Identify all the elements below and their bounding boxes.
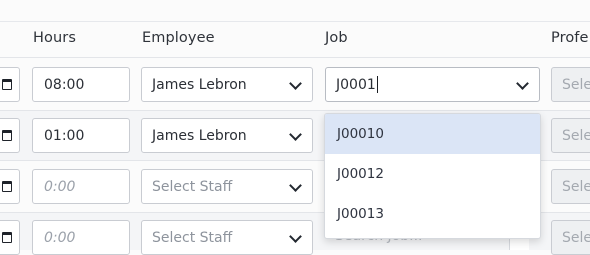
job-search-input[interactable]: J0001 [325, 67, 540, 102]
date-picker[interactable] [0, 67, 20, 102]
employee-select-value: James Lebron [152, 127, 247, 144]
chevron-down-icon [289, 77, 302, 90]
calendar-icon [2, 130, 12, 141]
job-search-value: J0001 [336, 76, 376, 93]
header-employee: Employee [142, 30, 215, 46]
hours-input[interactable]: 08:00 [32, 67, 130, 102]
header-profession: Profe [551, 30, 589, 46]
employee-select[interactable]: James Lebron [141, 118, 313, 153]
chevron-down-icon [289, 230, 302, 243]
calendar-icon [2, 232, 12, 243]
employee-select-placeholder: Select Staff [152, 229, 233, 246]
chevron-down-icon[interactable] [516, 77, 529, 90]
chevron-down-icon [289, 179, 302, 192]
job-option[interactable]: J00013 [325, 194, 540, 234]
header-hours: Hours [33, 30, 76, 46]
hours-input[interactable]: 0:00 [32, 169, 130, 204]
date-picker[interactable] [0, 118, 20, 153]
table-top-border [0, 21, 590, 22]
hours-input[interactable]: 01:00 [32, 118, 130, 153]
job-dropdown-menu: J00010 J00012 J00013 [324, 113, 541, 239]
date-picker[interactable] [0, 169, 20, 204]
profession-select[interactable]: Sele [551, 67, 590, 102]
job-option[interactable]: J00012 [325, 154, 540, 194]
text-cursor [376, 76, 378, 93]
employee-select[interactable]: James Lebron [141, 67, 313, 102]
employee-select-placeholder: Select Staff [152, 178, 233, 195]
employee-select-value: James Lebron [152, 76, 247, 93]
row-separator [0, 110, 590, 111]
calendar-icon [2, 181, 12, 192]
profession-select[interactable]: Sele [551, 118, 590, 153]
employee-select[interactable]: Select Staff [141, 169, 313, 204]
header-job: Job [325, 30, 348, 46]
calendar-icon [2, 79, 12, 90]
chevron-down-icon [289, 128, 302, 141]
profession-select[interactable]: Sele [551, 169, 590, 204]
job-option[interactable]: J00010 [325, 114, 540, 154]
